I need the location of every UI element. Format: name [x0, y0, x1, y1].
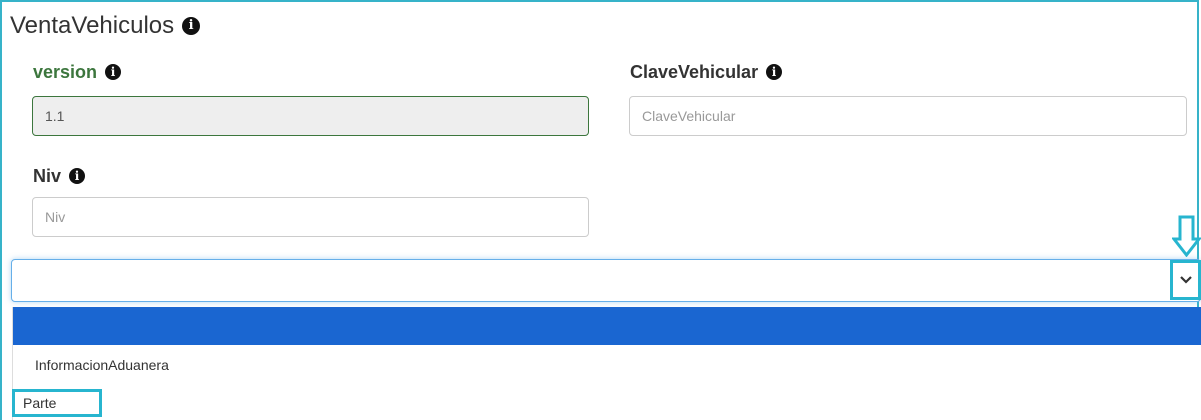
info-circle-icon[interactable]: i	[105, 64, 122, 80]
info-circle-icon[interactable]: i	[182, 17, 201, 35]
version-label: version i	[33, 61, 122, 83]
niv-label-text: Niv	[33, 166, 62, 186]
down-arrow-icon	[1172, 215, 1201, 257]
info-circle-icon[interactable]: i	[766, 64, 783, 80]
niv-label: Niv i	[33, 165, 86, 187]
section-title-text: VentaVehiculos	[10, 12, 175, 39]
chevron-down-icon	[1179, 276, 1192, 284]
select-toggle-button[interactable]	[1170, 260, 1201, 300]
version-label-text: version	[33, 62, 98, 82]
child-element-select[interactable]	[11, 259, 1201, 302]
dropdown-list: InformacionAduanera	[12, 307, 1201, 420]
niv-field[interactable]	[32, 197, 589, 237]
version-field[interactable]	[32, 96, 589, 136]
clave-vehicular-label-text: ClaveVehicular	[630, 62, 759, 82]
dropdown-option-informacion-aduanera[interactable]: InformacionAduanera	[35, 356, 169, 374]
dropdown-option-parte[interactable]: Parte	[12, 389, 102, 417]
clave-vehicular-field[interactable]	[629, 96, 1187, 136]
section-title: VentaVehiculos i	[10, 12, 201, 40]
dropdown-highlighted-option[interactable]	[13, 307, 1201, 345]
clave-vehicular-label: ClaveVehicular i	[630, 61, 783, 83]
info-circle-icon[interactable]: i	[69, 168, 86, 184]
